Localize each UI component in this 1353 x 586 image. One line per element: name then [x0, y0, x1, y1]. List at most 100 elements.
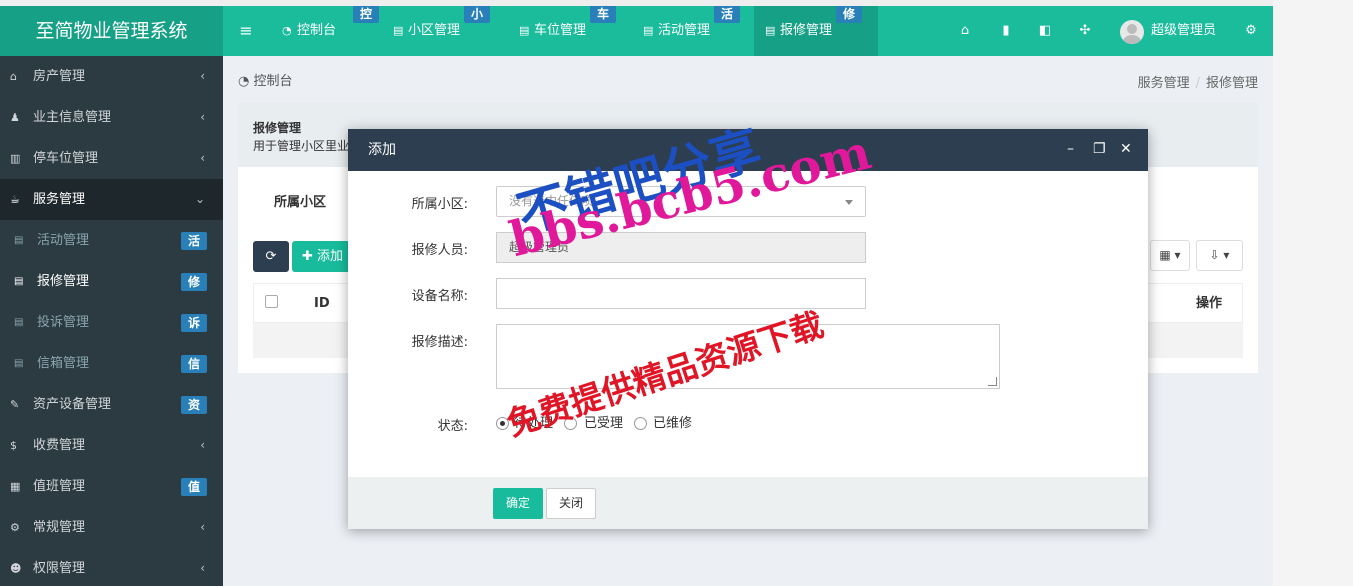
tab-community[interactable]: ▤ 小区管理 小 [382, 6, 506, 56]
refresh-icon: ⟳ [265, 249, 277, 264]
close-icon[interactable]: ✕ [1120, 129, 1132, 169]
parking-icon: ▥ [10, 152, 21, 165]
community-label: 所属小区: [411, 197, 468, 212]
maximize-icon[interactable]: ❐ [1093, 129, 1106, 169]
sidebar-sub-label: 报修管理 [37, 274, 90, 289]
chevron-left-icon: ‹ [200, 520, 205, 534]
bars-icon[interactable]: ≡ [233, 6, 259, 56]
column-header-id[interactable]: ID [314, 284, 330, 324]
status-radio-accepted[interactable] [564, 417, 577, 430]
dialog-title: 添加 [368, 142, 396, 158]
list-icon: ▤ [765, 24, 776, 37]
tab-badge: 控 [353, 6, 379, 23]
chevron-left-icon: ‹ [200, 151, 205, 165]
list-icon: ▤ [14, 235, 24, 246]
list-icon: ▤ [14, 317, 24, 328]
breadcrumb-separator: / [1195, 76, 1200, 91]
list-icon: ▤ [14, 358, 24, 369]
sidebar-item-assets[interactable]: ✎ 资产设备管理 资 [0, 384, 223, 425]
sidebar-item-property[interactable]: ⌂ 房产管理 ‹ [0, 56, 223, 97]
fullscreen-icon[interactable]: ✣ [1074, 6, 1096, 56]
chevron-down-icon: ⌄ [194, 192, 205, 206]
sidebar-sub-label: 信箱管理 [37, 356, 90, 371]
tab-badge: 修 [836, 6, 862, 23]
sidebar-sub-activity[interactable]: ▤ 活动管理 活 [0, 220, 223, 261]
language-icon[interactable]: ◧ [1034, 6, 1056, 56]
user-name[interactable]: 超级管理员 [1151, 6, 1221, 56]
sidebar-sub-mailbox[interactable]: ▤ 信箱管理 信 [0, 343, 223, 384]
list-icon: ▤ [519, 24, 530, 37]
add-button[interactable]: ✚ 添加 [292, 241, 352, 272]
sidebar-sub-repair[interactable]: ▤ 报修管理 修 [0, 261, 223, 302]
dashboard-icon: ◔ [282, 24, 292, 37]
sidebar-item-label: 值班管理 [33, 479, 86, 494]
avatar[interactable] [1120, 20, 1144, 44]
breadcrumb-item[interactable]: 服务管理 [1138, 76, 1190, 91]
refresh-button[interactable]: ⟳ [253, 241, 289, 272]
description-textarea[interactable] [496, 324, 1000, 389]
sidebar-badge: 资 [181, 396, 207, 414]
filter-label: 所属小区 [274, 195, 327, 210]
tab-dashboard[interactable]: ◔ 控制台 控 [271, 6, 395, 56]
sidebar-badge: 修 [181, 273, 207, 291]
list-icon: ▤ [14, 276, 24, 287]
wrench-icon: ✎ [10, 398, 20, 411]
sidebar-item-label: 服务管理 [33, 192, 86, 207]
calendar-icon: ▦ [10, 480, 21, 493]
chevron-left-icon: ‹ [200, 69, 205, 83]
status-option-label: 待处理 [514, 416, 554, 431]
tab-repair[interactable]: ▤ 报修管理 修 [754, 6, 878, 56]
sidebar-item-duty[interactable]: ▦ 值班管理 值 [0, 466, 223, 507]
dashboard-icon: ◔ [238, 74, 250, 89]
minimize-icon[interactable]: – [1067, 129, 1074, 169]
sidebar-item-label: 常规管理 [33, 520, 86, 535]
tab-badge: 车 [590, 6, 616, 23]
device-name-field[interactable] [496, 278, 866, 309]
home-icon: ⌂ [10, 70, 17, 83]
sidebar-badge: 诉 [181, 314, 207, 332]
sidebar-item-label: 资产设备管理 [33, 397, 112, 412]
sidebar-item-permission[interactable]: ☻ 权限管理 ‹ [0, 548, 223, 586]
tab-parking[interactable]: ▤ 车位管理 车 [508, 6, 632, 56]
sidebar-item-label: 业主信息管理 [33, 110, 112, 125]
home-icon[interactable]: ⌂ [954, 6, 976, 56]
export-button[interactable]: ⇩ ▾ [1196, 240, 1243, 271]
confirm-button[interactable]: 确定 [493, 488, 543, 519]
sidebar-item-parking[interactable]: ▥ 停车位管理 ‹ [0, 138, 223, 179]
column-header-operation: 操作 [1195, 296, 1222, 311]
community-select-placeholder: 没有选中任何项 [509, 194, 594, 208]
sidebar-sub-label: 投诉管理 [37, 315, 90, 330]
sidebar-item-owner[interactable]: ♟ 业主信息管理 ‹ [0, 97, 223, 138]
list-icon: ▤ [643, 24, 654, 37]
close-button[interactable]: 关闭 [546, 488, 596, 519]
add-dialog: 添加 – ❐ ✕ 所属小区: 没有选中任何项 报修人员: 超级管理员 设备名称:… [348, 129, 1148, 529]
device-label: 设备名称: [411, 289, 468, 304]
dialog-header: 添加 – ❐ ✕ [348, 129, 1148, 171]
sidebar: ⌂ 房产管理 ‹ ♟ 业主信息管理 ‹ ▥ 停车位管理 ‹ ☕ 服务管理 ⌄ ▤… [0, 56, 223, 586]
columns-toggle-button[interactable]: ▦ ▾ [1150, 240, 1190, 271]
reporter-label: 报修人员: [411, 243, 468, 258]
sidebar-badge: 信 [181, 355, 207, 373]
sidebar-item-billing[interactable]: $ 收费管理 ‹ [0, 425, 223, 466]
sidebar-sub-complaint[interactable]: ▤ 投诉管理 诉 [0, 302, 223, 343]
reporter-field[interactable]: 超级管理员 [496, 232, 866, 263]
tab-badge: 活 [714, 6, 740, 23]
trash-icon[interactable]: ▮ [995, 6, 1017, 56]
status-radio-pending[interactable] [496, 417, 509, 430]
community-select[interactable]: 没有选中任何项 [496, 186, 866, 217]
cogs-icon[interactable]: ⚙ [1240, 6, 1262, 56]
sidebar-item-label: 停车位管理 [33, 151, 99, 166]
add-button-label: 添加 [317, 249, 344, 264]
chevron-left-icon: ‹ [200, 438, 205, 452]
status-option-label: 已受理 [584, 416, 624, 431]
sidebar-item-service[interactable]: ☕ 服务管理 ⌄ [0, 179, 223, 220]
status-radio-repaired[interactable] [634, 417, 647, 430]
select-all-checkbox[interactable] [265, 295, 278, 308]
sidebar-item-general[interactable]: ⚙ 常规管理 ‹ [0, 507, 223, 548]
app-title[interactable]: 至简物业管理系统 [0, 6, 223, 56]
cogs-icon: ⚙ [10, 521, 20, 534]
tab-activity[interactable]: ▤ 活动管理 活 [632, 6, 756, 56]
sidebar-item-label: 收费管理 [33, 438, 86, 453]
plus-icon: ✚ [302, 249, 313, 264]
sidebar-badge: 值 [181, 478, 207, 496]
